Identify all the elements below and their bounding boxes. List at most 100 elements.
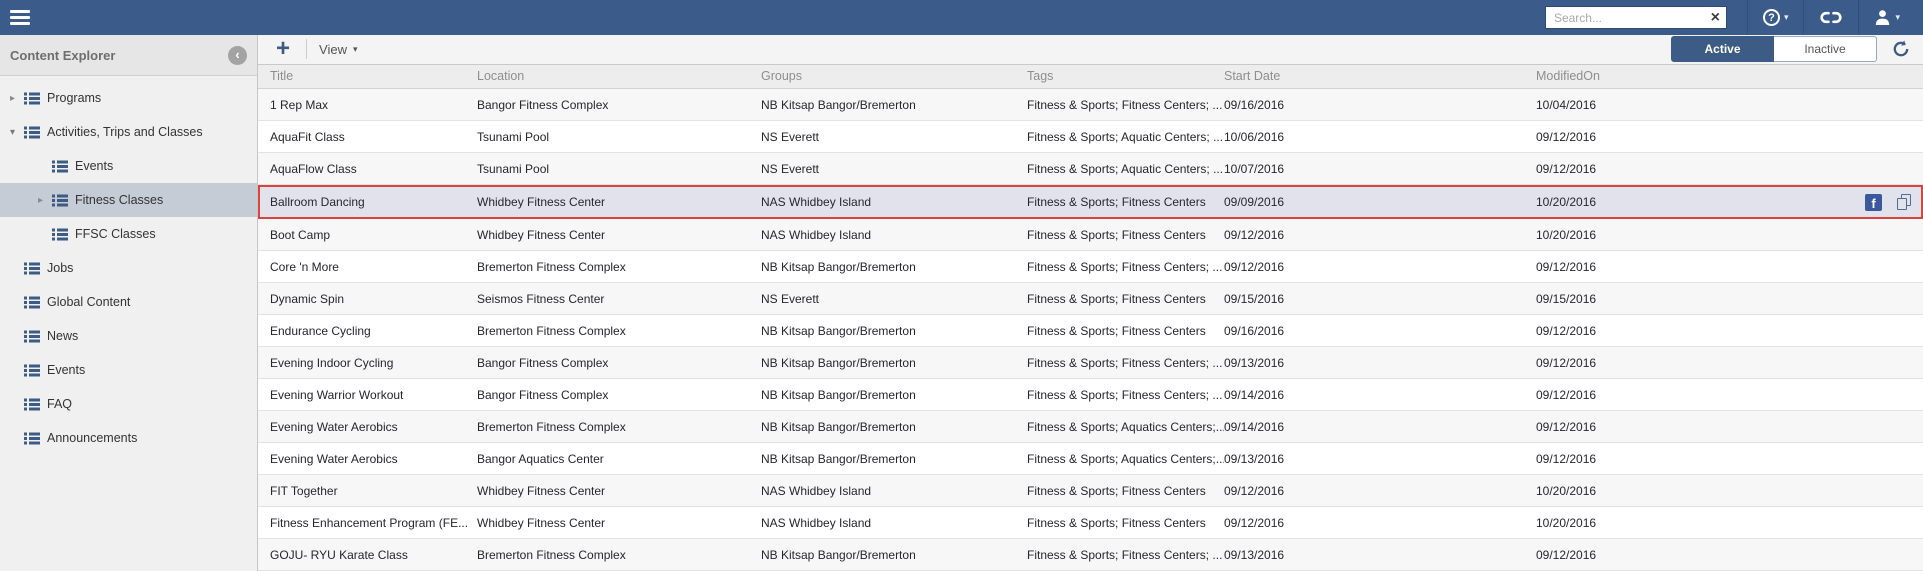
search-clear-icon[interactable]: ×	[1711, 10, 1720, 26]
table-row[interactable]: Endurance Cycling Bremerton Fitness Comp…	[258, 315, 1923, 347]
cell-location: Bangor Fitness Complex	[477, 98, 761, 112]
cell-groups: NB Kitsap Bangor/Bremerton	[761, 324, 1027, 338]
cell-groups: NS Everett	[761, 130, 1027, 144]
inactive-filter-button[interactable]: Inactive	[1774, 36, 1877, 62]
sidebar-item-label: Programs	[47, 91, 101, 105]
cell-location: Whidbey Fitness Center	[477, 195, 761, 209]
cell-groups: NB Kitsap Bangor/Bremerton	[761, 98, 1027, 112]
cell-title: GOJU- RYU Karate Class	[270, 548, 477, 562]
content-explorer-panel: Content Explorer ‹	[0, 35, 258, 571]
user-menu[interactable]: ▾	[1861, 0, 1913, 35]
toolbar-divider	[306, 39, 307, 59]
chevron-down-icon: ▾	[1784, 12, 1789, 23]
cell-start-date: 09/16/2016	[1224, 98, 1536, 112]
table-row[interactable]: Ballroom Dancing Whidbey Fitness Center …	[258, 185, 1923, 219]
sidebar-header: Content Explorer ‹	[0, 35, 257, 76]
cell-tags: Fitness & Sports; Fitness Centers	[1027, 228, 1224, 242]
cell-start-date: 09/16/2016	[1224, 324, 1536, 338]
table-row[interactable]: AquaFlow Class Tsunami Pool NS Everett F…	[258, 153, 1923, 185]
cell-groups: NAS Whidbey Island	[761, 484, 1027, 498]
table-row[interactable]: FIT Together Whidbey Fitness Center NAS …	[258, 475, 1923, 507]
cell-groups: NAS Whidbey Island	[761, 228, 1027, 242]
cell-groups: NB Kitsap Bangor/Bremerton	[761, 452, 1027, 466]
sidebar-item[interactable]: News	[0, 319, 257, 353]
sidebar-item-label: Fitness Classes	[75, 193, 163, 207]
cell-groups: NB Kitsap Bangor/Bremerton	[761, 356, 1027, 370]
table-row[interactable]: Fitness Enhancement Program (FE... Whidb…	[258, 507, 1923, 539]
column-header[interactable]: Tags	[1027, 69, 1224, 83]
cell-tags: Fitness & Sports; Aquatics Centers;...	[1027, 452, 1224, 466]
cell-modified-on: 09/12/2016	[1536, 548, 1923, 562]
collapse-panel-icon[interactable]: ‹	[228, 46, 247, 65]
sidebar-item[interactable]: Jobs	[0, 251, 257, 285]
list-icon	[24, 92, 40, 105]
tree-expander-icon[interactable]	[10, 93, 24, 104]
cell-tags: Fitness & Sports; Fitness Centers	[1027, 292, 1224, 306]
table-row[interactable]: Boot Camp Whidbey Fitness Center NAS Whi…	[258, 219, 1923, 251]
facebook-icon[interactable]: f	[1865, 194, 1882, 211]
help-icon: ?	[1763, 9, 1780, 26]
tree-expander-icon[interactable]	[38, 195, 52, 206]
cell-groups: NAS Whidbey Island	[761, 195, 1027, 209]
cell-start-date: 09/14/2016	[1224, 420, 1536, 434]
tree-expander-icon[interactable]	[10, 127, 24, 138]
sidebar-item-label: Events	[75, 159, 113, 173]
view-dropdown[interactable]: View ▾	[319, 42, 357, 57]
column-header[interactable]: Location	[477, 69, 761, 83]
sidebar-item[interactable]: Events	[0, 353, 257, 387]
sidebar-item-label: Activities, Trips and Classes	[47, 125, 203, 139]
cell-modified-on: 09/12/2016	[1536, 260, 1923, 274]
table-row[interactable]: Evening Indoor Cycling Bangor Fitness Co…	[258, 347, 1923, 379]
sidebar-item[interactable]: Fitness Classes	[0, 183, 257, 217]
search-input[interactable]	[1554, 11, 1711, 25]
cell-location: Tsunami Pool	[477, 162, 761, 176]
cell-start-date: 10/07/2016	[1224, 162, 1536, 176]
copy-icon[interactable]	[1897, 194, 1911, 210]
view-label: View	[319, 42, 347, 57]
cell-start-date: 09/13/2016	[1224, 356, 1536, 370]
table-row[interactable]: Evening Warrior Workout Bangor Fitness C…	[258, 379, 1923, 411]
link-button[interactable]	[1806, 0, 1856, 35]
sidebar-item-label: Global Content	[47, 295, 130, 309]
cell-location: Bangor Fitness Complex	[477, 388, 761, 402]
cell-location: Bremerton Fitness Complex	[477, 324, 761, 338]
cell-title: AquaFlow Class	[270, 162, 477, 176]
cell-title: Endurance Cycling	[270, 324, 477, 338]
column-header[interactable]: Groups	[761, 69, 1027, 83]
help-menu[interactable]: ? ▾	[1750, 0, 1802, 35]
add-button[interactable]: +	[272, 37, 294, 61]
cell-start-date: 09/13/2016	[1224, 452, 1536, 466]
topbar-divider	[1747, 0, 1748, 35]
hamburger-menu-icon[interactable]	[8, 8, 32, 27]
sidebar-item[interactable]: Global Content	[0, 285, 257, 319]
table-row[interactable]: Evening Water Aerobics Bangor Aquatics C…	[258, 443, 1923, 475]
sidebar-item[interactable]: Events	[0, 149, 257, 183]
table-row[interactable]: 1 Rep Max Bangor Fitness Complex NB Kits…	[258, 89, 1923, 121]
search-box[interactable]: ×	[1545, 6, 1727, 29]
active-filter-button[interactable]: Active	[1671, 36, 1774, 62]
cell-location: Bremerton Fitness Complex	[477, 260, 761, 274]
sidebar-item[interactable]: FAQ	[0, 387, 257, 421]
table-row[interactable]: GOJU- RYU Karate Class Bremerton Fitness…	[258, 539, 1923, 571]
cell-title: 1 Rep Max	[270, 98, 477, 112]
sidebar-item-label: Jobs	[47, 261, 73, 275]
cell-title: Evening Indoor Cycling	[270, 356, 477, 370]
table-row[interactable]: Evening Water Aerobics Bremerton Fitness…	[258, 411, 1923, 443]
table-row[interactable]: Dynamic Spin Seismos Fitness Center NS E…	[258, 283, 1923, 315]
topbar-divider	[1803, 0, 1804, 35]
column-header[interactable]: ModifiedOn	[1536, 69, 1923, 83]
column-header[interactable]: Title	[270, 69, 477, 83]
table-row[interactable]: AquaFit Class Tsunami Pool NS Everett Fi…	[258, 121, 1923, 153]
sidebar-item[interactable]: Announcements	[0, 421, 257, 455]
refresh-icon[interactable]	[1891, 39, 1911, 59]
sidebar-item-label: FAQ	[47, 397, 72, 411]
cell-tags: Fitness & Sports; Aquatics Centers;...	[1027, 420, 1224, 434]
table-row[interactable]: Core 'n More Bremerton Fitness Complex N…	[258, 251, 1923, 283]
sidebar-item[interactable]: Activities, Trips and Classes	[0, 115, 257, 149]
sidebar-item[interactable]: Programs	[0, 81, 257, 115]
column-header[interactable]: Start Date	[1224, 69, 1536, 83]
sidebar-item[interactable]: FFSC Classes	[0, 217, 257, 251]
cell-groups: NAS Whidbey Island	[761, 516, 1027, 530]
cell-tags: Fitness & Sports; Fitness Centers; ...	[1027, 98, 1224, 112]
cell-groups: NS Everett	[761, 292, 1027, 306]
